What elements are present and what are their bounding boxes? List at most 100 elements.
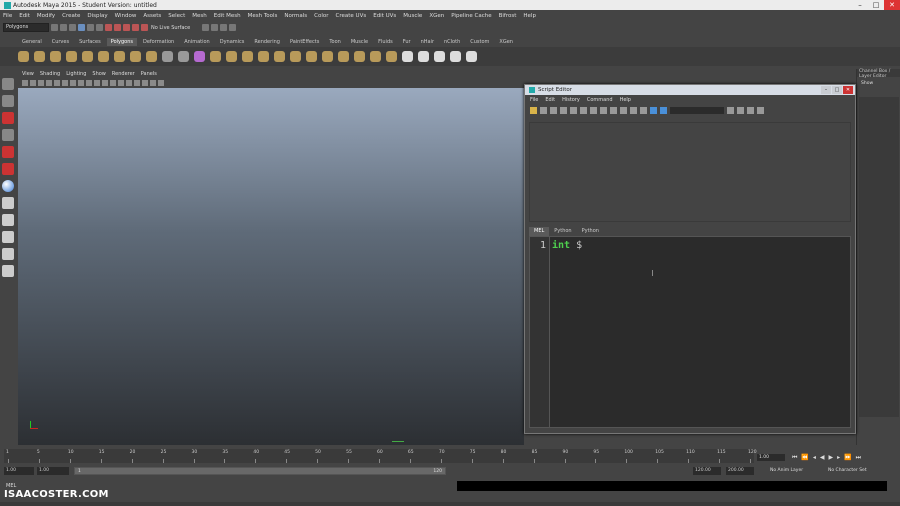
tab-python-2[interactable]: Python (577, 227, 604, 236)
tab-animation[interactable]: Animation (180, 38, 214, 46)
step-back-key-icon[interactable]: ⏪ (801, 454, 808, 462)
poly-cylinder-icon[interactable] (50, 51, 61, 62)
show-both-icon[interactable] (620, 106, 627, 114)
menu-edit-mesh[interactable]: Edit Mesh (214, 13, 241, 19)
insert-edge-loop-icon[interactable] (290, 51, 301, 62)
play-forwards-icon[interactable]: ▶ (829, 454, 834, 462)
collapse-icon[interactable] (354, 51, 365, 62)
se-menu-history[interactable]: History (562, 97, 580, 103)
echo-all-icon[interactable] (630, 106, 637, 114)
tab-polygons[interactable]: Polygons (106, 38, 137, 46)
menu-create-uvs[interactable]: Create UVs (336, 13, 367, 19)
menu-bifrost[interactable]: Bifrost (499, 13, 517, 19)
extrude-icon[interactable] (226, 51, 237, 62)
se-menu-file[interactable]: File (530, 97, 538, 103)
tab-nhair[interactable]: nHair (417, 38, 438, 46)
range-bar[interactable]: 1 120 (74, 467, 446, 475)
menu-edit[interactable]: Edit (19, 13, 30, 19)
menu-xgen[interactable]: XGen (429, 13, 444, 19)
last-tool-icon[interactable] (2, 180, 14, 192)
bridge-icon[interactable] (242, 51, 253, 62)
snap-point-icon[interactable] (123, 24, 130, 31)
menu-muscle[interactable]: Muscle (403, 13, 422, 19)
film-gate-icon[interactable] (62, 79, 68, 86)
snap-grid-icon[interactable] (105, 24, 112, 31)
poly-pyramid-icon[interactable] (114, 51, 125, 62)
clear-history-icon[interactable] (570, 106, 577, 114)
anim-start-field[interactable]: 1.00 (37, 467, 69, 475)
bookmarks-icon[interactable] (38, 79, 44, 86)
viewport-menu-lighting[interactable]: Lighting (66, 71, 86, 77)
tab-fur[interactable]: Fur (399, 38, 415, 46)
cylindrical-mapping-icon[interactable] (418, 51, 429, 62)
scale-tool-icon[interactable] (2, 163, 14, 175)
perspective-viewport[interactable] (18, 88, 524, 445)
viewport-menu-shading[interactable]: Shading (40, 71, 60, 77)
fill-hole-icon[interactable] (386, 51, 397, 62)
poly-pipe-icon[interactable] (130, 51, 141, 62)
minimize-button[interactable]: – (852, 0, 868, 10)
lasso-tool-icon[interactable] (2, 95, 14, 107)
poly-plane-icon[interactable] (82, 51, 93, 62)
menu-mesh[interactable]: Mesh (192, 13, 206, 19)
tab-rendering[interactable]: Rendering (250, 38, 284, 46)
tab-dynamics[interactable]: Dynamics (216, 38, 249, 46)
menu-assets[interactable]: Assets (143, 13, 161, 19)
menu-file[interactable]: File (3, 13, 12, 19)
save-to-shelf-icon[interactable] (560, 106, 567, 114)
bevel-icon[interactable] (322, 51, 333, 62)
tab-mel[interactable]: MEL (529, 227, 550, 236)
safe-action-icon[interactable] (94, 79, 100, 86)
persp-outliner-layout-icon[interactable] (2, 231, 14, 243)
menu-mesh-tools[interactable]: Mesh Tools (248, 13, 278, 19)
go-to-end-icon[interactable]: ⏭ (856, 454, 861, 462)
multi-cut-icon[interactable] (274, 51, 285, 62)
search-prev-icon[interactable] (727, 106, 734, 114)
tab-muscle[interactable]: Muscle (347, 38, 372, 46)
render-view-icon[interactable] (202, 24, 210, 31)
rotate-tool-icon[interactable] (2, 146, 14, 158)
field-chart-icon[interactable] (86, 79, 92, 86)
viewport-menu-panels[interactable]: Panels (141, 71, 157, 77)
script-editor-minimize-button[interactable]: – (821, 86, 831, 94)
tab-general[interactable]: General (18, 38, 46, 46)
xray-icon[interactable] (158, 79, 164, 86)
go-to-start-icon[interactable]: ⏮ (792, 454, 797, 462)
four-view-layout-icon[interactable] (2, 214, 14, 226)
planar-mapping-icon[interactable] (402, 51, 413, 62)
textured-icon[interactable] (126, 79, 132, 86)
wireframe-icon[interactable] (110, 79, 116, 86)
poly-cone-icon[interactable] (66, 51, 77, 62)
menu-color[interactable]: Color (314, 13, 328, 19)
script-editor-close-button[interactable]: ✕ (843, 86, 853, 94)
paint-select-icon[interactable] (2, 112, 14, 124)
end-time-field[interactable]: 200.00 (726, 467, 754, 475)
save-script-icon[interactable] (550, 106, 557, 114)
anim-layer-dropdown[interactable]: No Anim Layer (770, 468, 803, 473)
snap-curve-icon[interactable] (114, 24, 121, 31)
line-numbers-icon[interactable] (640, 106, 647, 114)
poly-cube-icon[interactable] (34, 51, 45, 62)
tab-deformation[interactable]: Deformation (139, 38, 178, 46)
maximize-button[interactable]: □ (868, 0, 884, 10)
clear-all-icon[interactable] (590, 106, 597, 114)
se-menu-help[interactable]: Help (620, 97, 631, 103)
open-script-icon[interactable] (530, 106, 537, 114)
font-color-icon[interactable] (747, 106, 754, 114)
anim-end-field[interactable]: 120.00 (693, 467, 721, 475)
combine-icon[interactable] (162, 51, 173, 62)
select-camera-icon[interactable] (22, 79, 28, 86)
options-menu-icon[interactable] (757, 106, 764, 114)
offset-edge-loop-icon[interactable] (306, 51, 317, 62)
safe-title-icon[interactable] (102, 79, 108, 86)
execute-icon[interactable] (660, 106, 667, 114)
open-scene-icon[interactable] (60, 24, 67, 31)
gate-mask-icon[interactable] (78, 79, 84, 86)
merge-icon[interactable] (338, 51, 349, 62)
menu-select[interactable]: Select (168, 13, 185, 19)
close-button[interactable]: ✕ (884, 0, 900, 10)
se-menu-edit[interactable]: Edit (545, 97, 555, 103)
render-frame-icon[interactable] (211, 24, 219, 31)
current-frame-field[interactable]: 1.00 (757, 454, 785, 461)
snap-surface-icon[interactable] (132, 24, 139, 31)
